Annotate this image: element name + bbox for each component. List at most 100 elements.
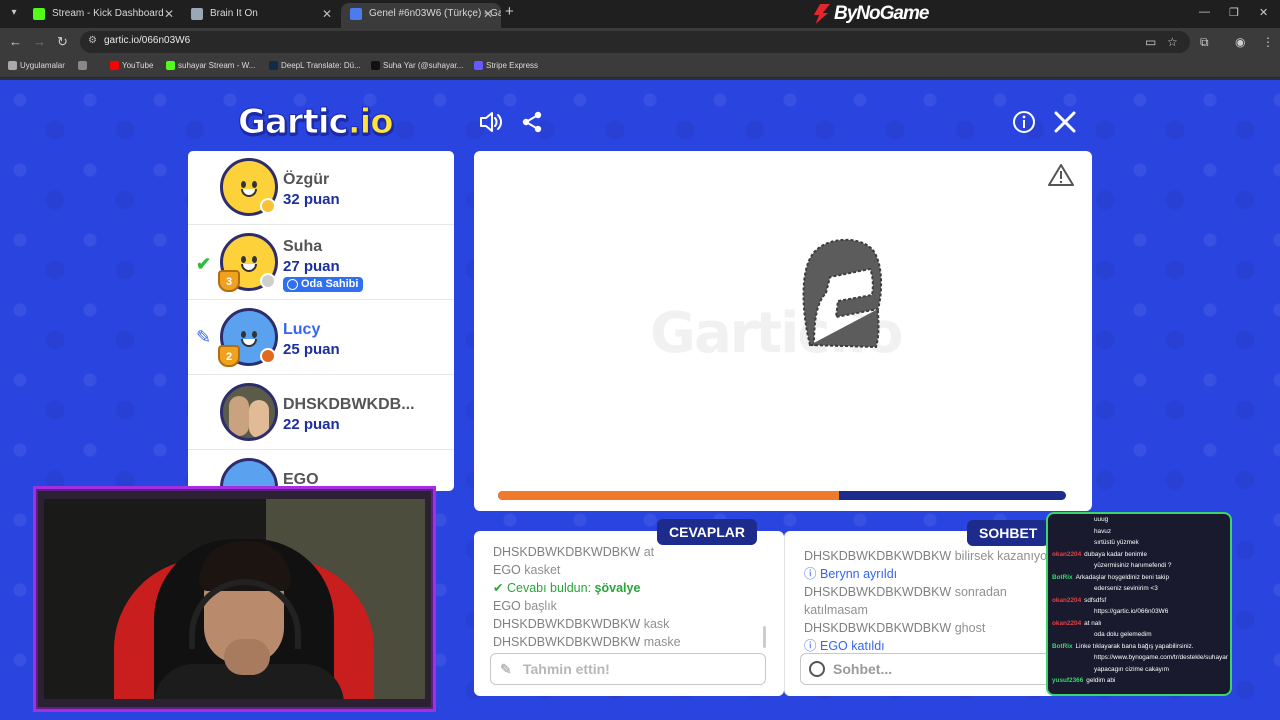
menu-icon[interactable]: ⋮ — [1262, 35, 1274, 49]
share-icon[interactable] — [520, 110, 544, 139]
deepl-icon — [269, 61, 278, 70]
bookmark-star-icon[interactable]: ☆ — [1167, 35, 1178, 49]
info-icon[interactable] — [1012, 110, 1036, 139]
stream-chat-line: https://www.bynogame.com/tr/destekle/suh… — [1052, 652, 1230, 664]
chat-list: DHSKDBWKDBKWDBKW bilirsek kazanıyor ⓘ Be… — [804, 547, 1084, 655]
bynogame-logo: ByNoGame — [812, 2, 929, 26]
bookmark-label: Suha Yar (@suhayar... — [383, 61, 464, 70]
extensions-icon[interactable]: ⧉ — [1200, 35, 1209, 50]
tab-search-icon[interactable]: ▾ — [6, 5, 22, 21]
answers-tab[interactable]: CEVAPLAR — [657, 519, 757, 545]
url-text: gartic.io/066n03W6 — [104, 35, 191, 46]
stream-chat-text: ederseniz sevinirim <3 — [1094, 585, 1158, 592]
stream-chat-text: sırtüstü yüzmek — [1094, 539, 1139, 546]
stream-chat-line: okan2204 sdfsdfsf — [1052, 595, 1230, 607]
player-score: 32 puan — [283, 191, 340, 208]
stream-chat-text: https://www.bynogame.com/tr/destekle/suh… — [1094, 654, 1228, 661]
site-info-icon[interactable]: ⚙ — [88, 35, 102, 49]
stream-chat-line: https://gartic.io/066n03W6 — [1052, 606, 1230, 618]
player-name: DHSKDBWKDB... — [283, 396, 415, 413]
avatar — [220, 383, 278, 441]
list-item: DHSKDBWKDBKWDBKW kask — [493, 617, 670, 631]
stream-chat-line: okan2204 dubaya kadar benimle — [1052, 549, 1230, 561]
stream-chat-text: dubaya kadar benimle — [1084, 550, 1148, 558]
back-icon[interactable]: ← — [9, 34, 22, 49]
tab-gartic[interactable]: Genel #6n03W6 (Türkçe) - Garti ✕ — [341, 3, 501, 28]
new-tab-button[interactable]: + — [505, 3, 514, 20]
close-icon[interactable]: ✕ — [322, 3, 332, 25]
bookmark-deepl[interactable]: DeepL Translate: Dü... — [269, 61, 361, 70]
players-panel: Özgür 32 puan ✔ 3 Suha 27 puan Oda Sahib… — [188, 151, 454, 491]
trophy-icon: 3 — [218, 270, 240, 292]
player-row[interactable]: DHSKDBWKDB... 22 puan — [188, 376, 454, 450]
list-item: EGO başlık — [493, 599, 557, 613]
check-icon: ✔ — [493, 581, 504, 595]
player-row[interactable]: ✔ 3 Suha 27 puan Oda Sahibi — [188, 226, 454, 300]
guess-placeholder: Tahmin ettin! — [523, 661, 610, 677]
player-name: Özgür — [283, 171, 330, 188]
bookmark-stripe[interactable]: Stripe Express — [474, 61, 538, 70]
forward-icon[interactable]: → — [33, 34, 46, 49]
maximize-button[interactable]: ❐ — [1229, 6, 1239, 19]
stream-chat-text: geldim abi — [1086, 677, 1116, 684]
stream-chat-text: oda dolu gelemedim — [1094, 631, 1152, 638]
cast-icon[interactable]: ▭ — [1145, 35, 1156, 49]
close-icon[interactable]: ✕ — [483, 3, 493, 25]
tab-brain-it-on[interactable]: Brain It On ✕ — [182, 3, 340, 28]
player-row[interactable]: ✎ 2 Lucy 25 puan — [188, 301, 454, 375]
scrollbar[interactable] — [763, 626, 766, 648]
drawing-canvas[interactable]: Gartic.io — [474, 151, 1092, 511]
stream-chat-user: okan2204 — [1052, 596, 1082, 604]
stream-chat-user: okan2204 — [1052, 619, 1082, 627]
stream-chat-text: yüzermisiniz hanımefendi ? — [1094, 562, 1172, 569]
stream-chat-text: at nalı — [1084, 619, 1102, 627]
bookmark-tiktok[interactable]: Suha Yar (@suhayar... — [371, 61, 463, 70]
bookmark-label: suhayar Stream - W... — [178, 61, 256, 70]
player-name: Suha — [283, 238, 323, 255]
stream-chat-user: BotRix — [1052, 642, 1073, 650]
brand-text: ByNoGame — [834, 3, 929, 24]
player-drawing — [802, 238, 883, 349]
gartic-icon — [350, 8, 362, 20]
stream-chat-user: okan2204 — [1052, 550, 1082, 558]
stream-chat-overlay: uuug havuz sırtüstü yüzmek okan2204 dubaya k… — [1046, 512, 1232, 696]
close-icon[interactable]: ✕ — [164, 3, 174, 25]
youtube-icon — [110, 61, 119, 70]
url-field[interactable]: ⚙ gartic.io/066n03W6 — [80, 31, 1190, 53]
bookmark-label: DeepL Translate: Dü... — [281, 61, 361, 70]
profile-icon[interactable]: ◉ — [1235, 35, 1245, 49]
pencil-icon: ✎ — [196, 327, 212, 347]
list-item: DHSKDBWKDBKWDBKW maske — [493, 635, 681, 649]
tab-kick-dashboard[interactable]: Stream - Kick Dashboard ✕ — [24, 3, 182, 28]
sound-icon[interactable] — [478, 110, 504, 139]
address-bar: ← → ↻ ⚙ gartic.io/066n03W6 ▭ ☆ ⧉ ◉ ⋮ — [0, 28, 1280, 56]
list-item: katılmasam — [804, 603, 868, 617]
stripe-icon — [474, 61, 483, 70]
bookmark-kick[interactable]: suhayar Stream - W... — [166, 61, 255, 70]
stream-chat-user: yusuf2366 — [1052, 677, 1084, 684]
bookmark-apps[interactable]: Uygulamalar — [8, 61, 65, 70]
player-row[interactable]: Özgür 32 puan — [188, 151, 454, 225]
stream-chat-text: Linke tıklayarak bana bağış yapabilirsin… — [1075, 642, 1194, 650]
stream-chat-text: Arkadaşlar hoşgeldiniz beni takip — [1075, 573, 1170, 581]
chat-placeholder: Sohbet... — [833, 661, 893, 677]
kick-icon — [33, 8, 45, 20]
report-warning-icon[interactable] — [1048, 163, 1074, 187]
tab-label: Genel #6n03W6 (Türkçe) - Garti — [369, 8, 501, 19]
stream-chat-text: havuz — [1094, 527, 1112, 535]
chat-tab[interactable]: SOHBET — [967, 520, 1050, 546]
status-badge — [260, 273, 276, 289]
player-row[interactable]: EGO — [188, 451, 454, 491]
stream-chat-text: https://gartic.io/066n03W6 — [1094, 608, 1169, 615]
reload-icon[interactable]: ↻ — [57, 34, 68, 50]
bookmark-youtube[interactable]: YouTube — [110, 61, 153, 70]
status-badge — [260, 198, 276, 214]
minimize-button[interactable]: — — [1199, 6, 1210, 18]
close-window-button[interactable]: ✕ — [1259, 6, 1268, 19]
stream-chat-line: yapacagın cizime cakayım — [1052, 664, 1230, 676]
status-badge — [260, 348, 276, 364]
chat-input[interactable]: Sohbet... — [800, 653, 1076, 685]
close-icon[interactable] — [1053, 110, 1077, 139]
guess-input[interactable]: ✎ Tahmin ettin! — [490, 653, 766, 685]
list-item: ✔ Cevabı buldun: şövalye — [493, 581, 641, 595]
